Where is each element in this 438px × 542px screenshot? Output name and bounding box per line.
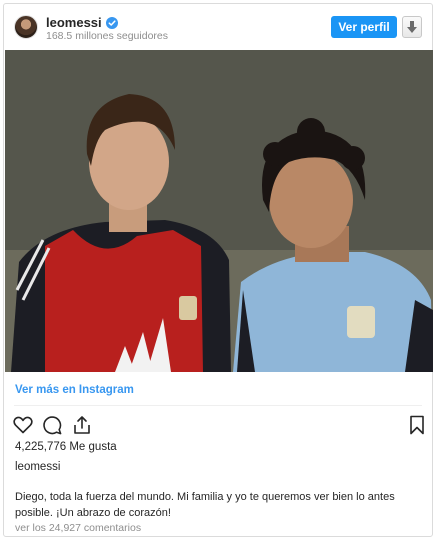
like-button[interactable] bbox=[12, 414, 34, 436]
share-icon bbox=[74, 416, 90, 434]
username-row: leomessi bbox=[46, 14, 118, 30]
download-button[interactable] bbox=[402, 16, 422, 38]
view-more-link[interactable]: Ver más en Instagram bbox=[15, 384, 134, 396]
instagram-embed-card: leomessi 168.5 millones seguidores Ver p… bbox=[3, 3, 433, 537]
username[interactable]: leomessi bbox=[46, 15, 102, 30]
share-button[interactable] bbox=[71, 414, 93, 436]
save-button[interactable] bbox=[406, 414, 428, 436]
action-bar bbox=[4, 412, 432, 440]
caption-line-1: Diego, toda la fuerza del mundo. Mi fami… bbox=[15, 491, 395, 503]
arrow-down-icon bbox=[407, 21, 417, 33]
comment-button[interactable] bbox=[41, 414, 63, 436]
avatar[interactable] bbox=[14, 15, 38, 39]
like-count[interactable]: 4,225,776 Me gusta bbox=[15, 441, 117, 453]
view-profile-button[interactable]: Ver perfil bbox=[331, 16, 397, 38]
divider bbox=[14, 405, 422, 406]
heart-icon bbox=[13, 416, 33, 434]
caption-text: Diego, toda la fuerza del mundo. Mi fami… bbox=[15, 489, 405, 521]
follower-count: 168.5 millones seguidores bbox=[46, 30, 168, 42]
verified-badge-icon bbox=[105, 16, 118, 29]
caption-username[interactable]: leomessi bbox=[15, 461, 60, 473]
view-comments-link[interactable]: ver los 24,927 comentarios bbox=[15, 522, 141, 534]
comment-icon bbox=[43, 416, 62, 435]
post-header: leomessi 168.5 millones seguidores Ver p… bbox=[4, 4, 432, 48]
bookmark-icon bbox=[410, 415, 424, 435]
caption-line-2: posible. ¡Un abrazo de corazón! bbox=[15, 507, 171, 519]
post-photo[interactable] bbox=[5, 50, 433, 372]
